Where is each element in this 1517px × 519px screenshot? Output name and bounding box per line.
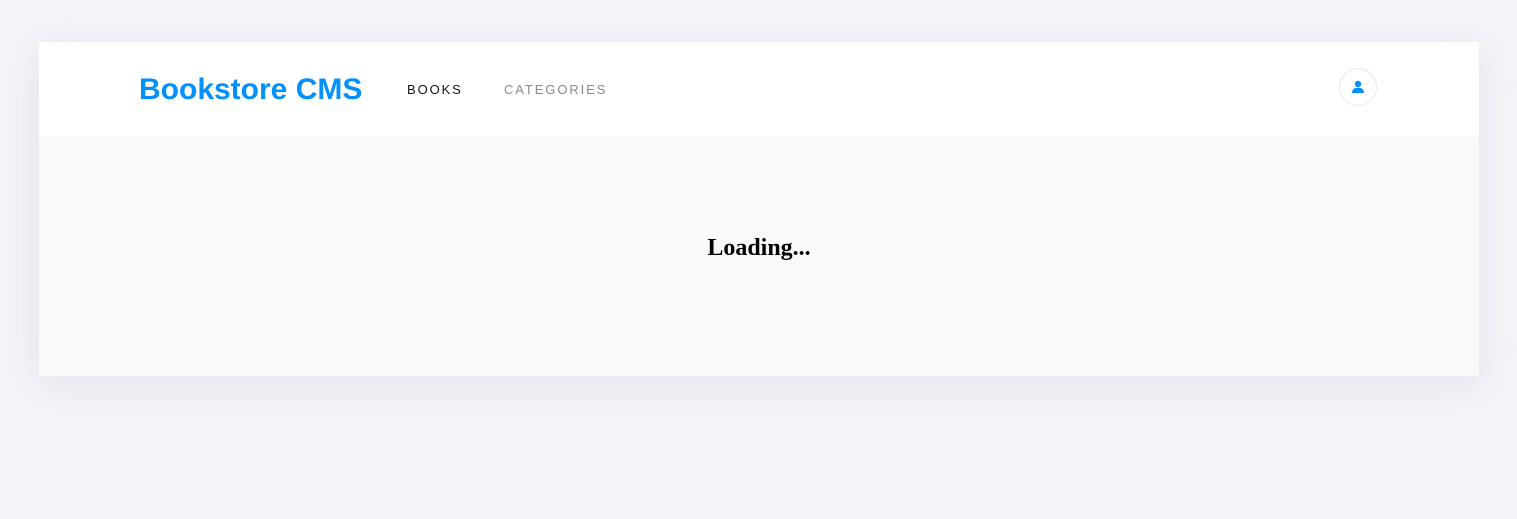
user-icon (1351, 80, 1365, 94)
nav-books-link[interactable]: BOOKS (407, 82, 463, 98)
brand-title[interactable]: Bookstore CMS (139, 72, 362, 108)
header: Bookstore CMS BOOKS CATEGORIES (39, 42, 1479, 137)
loading-status: Loading... (707, 235, 811, 261)
user-avatar-button[interactable] (1339, 68, 1377, 106)
nav-categories-link[interactable]: CATEGORIES (504, 82, 607, 98)
app-panel: Bookstore CMS BOOKS CATEGORIES Loading..… (39, 42, 1479, 376)
